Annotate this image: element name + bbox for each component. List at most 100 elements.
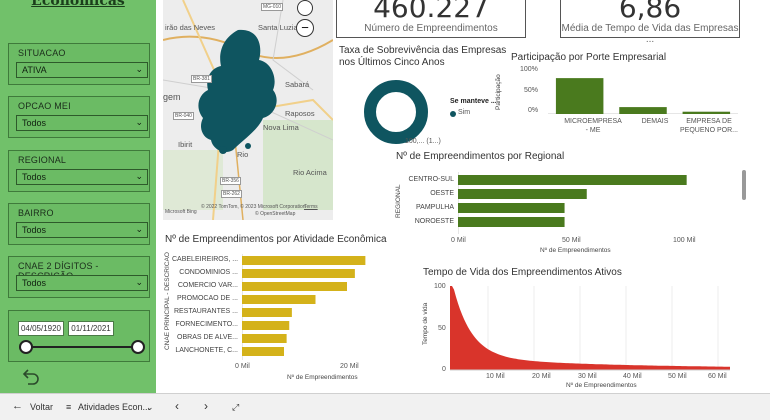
map-label: Rio (237, 150, 249, 159)
road-shield: BR-356 (220, 177, 241, 185)
end-date-input[interactable]: 01/11/2021 (68, 321, 114, 336)
kpi-label: Número de Empreendimentos (364, 23, 498, 34)
previous-page-icon[interactable]: ‹ (175, 399, 179, 413)
atividade-bar[interactable] (242, 334, 287, 343)
porte-bar[interactable] (619, 107, 667, 114)
opcao-mei-dropdown[interactable]: Todos ⌄ (16, 115, 148, 131)
vida-area[interactable] (450, 286, 730, 370)
dropdown-value: Todos (22, 278, 47, 288)
vida-y-axis-title: Tempo de vida (422, 302, 429, 345)
zoom-out-button[interactable]: − (296, 19, 314, 37)
map-label: Santa Luzia (258, 23, 298, 32)
atividade-bar-chart[interactable] (242, 254, 382, 360)
road-shield: MG-010 (261, 3, 284, 11)
atividade-bar[interactable] (242, 347, 284, 356)
regional-category-label: OESTE (430, 190, 454, 197)
atividade-title: Nº de Empreendimentos por Atividade Econ… (165, 234, 387, 245)
regional-bar[interactable] (458, 189, 587, 199)
atividade-bar[interactable] (242, 295, 316, 304)
next-page-icon[interactable]: › (204, 399, 208, 413)
porte-bar[interactable] (555, 78, 604, 114)
regional-bar[interactable] (458, 175, 687, 185)
filter-panel: Econômicas SITUACAO ATIVA ⌄ OPCAO MEI To… (0, 0, 156, 393)
chevron-down-icon: ⌄ (135, 277, 143, 287)
start-slider-handle[interactable] (19, 340, 33, 354)
regional-scrollbar[interactable] (742, 170, 746, 200)
regional-x-tick: 0 Mil (451, 237, 466, 244)
donut-slice-sim[interactable] (364, 80, 428, 144)
chevron-down-icon: ⌄ (135, 64, 143, 74)
survival-donut-chart[interactable] (364, 80, 428, 144)
regional-bar[interactable] (458, 217, 565, 227)
back-arrow-icon[interactable]: ← (12, 400, 23, 412)
survival-title-line2: nos Últimos Cinco Anos (339, 57, 445, 68)
kpi-value: 6,86 (618, 0, 682, 24)
survival-title-line1: Taxa de Sobrevivência das Empresas (339, 45, 507, 56)
map-terms-link[interactable]: Terms (304, 204, 318, 210)
chevron-down-icon[interactable]: ⌄ (146, 402, 154, 413)
zoom-in-button[interactable] (297, 0, 313, 16)
back-arrow-icon[interactable] (22, 366, 42, 386)
chevron-down-icon: ⌄ (135, 171, 143, 181)
map-visual[interactable]: irão das Neves Santa Luzia gem Sabará Ra… (163, 0, 333, 220)
porte-bar[interactable] (682, 111, 731, 114)
porte-title: Participação por Porte Empresarial (511, 52, 667, 63)
porte-x-tick: - ME (585, 127, 601, 134)
vida-y-tick: 50 (438, 325, 446, 332)
porte-y-axis-title: Participação (495, 74, 502, 110)
road-shield: BR-381 (191, 75, 212, 83)
vida-x-tick: 60 Mil (708, 373, 727, 380)
chevron-down-icon: ⌄ (135, 224, 143, 234)
vida-area-chart[interactable] (450, 286, 740, 372)
regional-category-label: CENTRO-SUL (408, 176, 454, 183)
regional-x-tick: 50 Mil (562, 237, 581, 244)
date-range-slicer: 04/05/1920 01/11/2021 (8, 310, 150, 362)
page-selector[interactable]: Atividades Econ... (78, 402, 150, 412)
map-osm-credit: © OpenStreetMap (255, 211, 296, 217)
kpi-card-tempo-vida: 6,86 Média de Tempo de Vida das Empresas… (560, 0, 740, 45)
dropdown-value: Todos (22, 225, 47, 235)
map-copyright: © 2022 TomTom, © 2023 Microsoft Corporat… (201, 204, 306, 210)
regional-title: Nº de Empreendimentos por Regional (396, 151, 565, 162)
date-slider-track[interactable] (26, 346, 138, 348)
map-label: Raposos (285, 109, 315, 118)
regional-x-tick: 100 Mil (673, 237, 696, 244)
regional-dropdown[interactable]: Todos ⌄ (16, 169, 148, 185)
start-date-input[interactable]: 04/05/1920 (18, 321, 64, 336)
regional-bar-chart[interactable] (458, 172, 698, 234)
fullscreen-icon[interactable]: ⤢ (232, 402, 239, 413)
bing-logo: Microsoft Bing (165, 209, 197, 215)
atividade-bar[interactable] (242, 282, 347, 291)
atividade-category-label: LANCHONETE, C... (175, 347, 238, 354)
situacao-dropdown[interactable]: ATIVA ⌄ (16, 62, 148, 78)
end-slider-handle[interactable] (131, 340, 145, 354)
back-button[interactable]: Voltar (30, 402, 53, 412)
map-label: gem (163, 92, 181, 102)
porte-y-tick: 50% (524, 87, 539, 94)
road-shield: BR-262 (221, 190, 242, 198)
porte-y-tick: 0% (528, 107, 539, 114)
atividade-bar[interactable] (242, 308, 292, 317)
filter-label: SITUACAO (18, 48, 66, 58)
cnae-dropdown[interactable]: Todos ⌄ (16, 275, 148, 291)
road-shield: BR-040 (173, 112, 194, 120)
kpi-label: Média de Tempo de Vida das Empresas ... (561, 23, 739, 45)
bairro-dropdown[interactable]: Todos ⌄ (16, 222, 148, 238)
vida-x-tick: 30 Mil (578, 373, 597, 380)
atividade-bar[interactable] (242, 269, 355, 278)
kpi-value: 460.227 (373, 0, 489, 24)
regional-category-label: PAMPULHA (416, 204, 454, 211)
map-label: Sabará (285, 80, 310, 89)
atividade-bar[interactable] (242, 321, 290, 330)
porte-x-tick: PEQUENO POR... (680, 127, 738, 134)
legend-item[interactable]: Sim (458, 109, 470, 116)
dropdown-value: ATIVA (22, 65, 47, 75)
atividade-x-axis-title: Nº de Empreendimentos (287, 374, 358, 381)
atividade-y-axis-title: CNAE PRINCIPAL - DESCRICAO (164, 252, 171, 350)
atividade-category-label: RESTAURANTES ... (173, 308, 238, 315)
atividade-bar[interactable] (242, 256, 366, 265)
map-label: Ibirit (178, 140, 193, 149)
regional-bar[interactable] (458, 203, 565, 213)
porte-bar-chart[interactable] (548, 68, 738, 114)
page-list-icon[interactable]: ≡ (66, 402, 71, 412)
